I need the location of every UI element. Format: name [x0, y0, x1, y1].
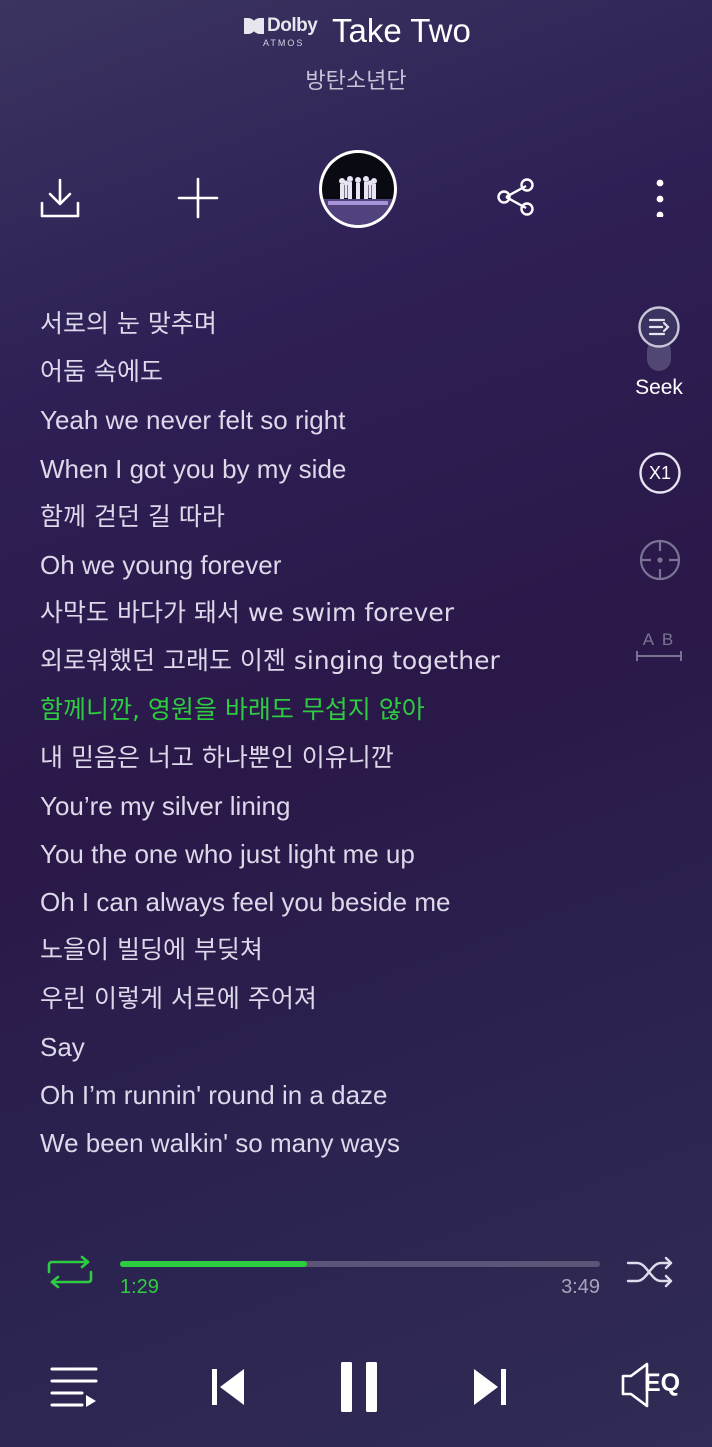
repeat-icon	[47, 1255, 93, 1289]
ab-repeat-button[interactable]: A B	[634, 630, 684, 664]
album-art-thumbnail[interactable]	[319, 150, 397, 228]
current-time: 1:29	[120, 1276, 159, 1298]
lyrics-scroll-toggle[interactable]	[637, 305, 681, 373]
lyrics-panel[interactable]: 서로의 눈 맞추며 어둠 속에도 Yeah we never felt so rig…	[40, 300, 620, 1167]
lyric-line[interactable]: 우린 이렇게 서로에 주어져	[40, 975, 620, 1023]
lyric-line[interactable]: You’re my silver lining	[40, 782, 620, 830]
previous-track-button[interactable]	[206, 1364, 250, 1410]
lyric-line[interactable]: When I got you by my side	[40, 445, 620, 493]
more-vertical-icon	[656, 179, 664, 217]
lyrics-list-icon	[638, 306, 680, 371]
lyric-line[interactable]: 내 믿음은 너고 하나뿐인 이유니깐	[40, 734, 620, 782]
dolby-double-d-icon	[244, 18, 264, 34]
total-time: 3:49	[561, 1276, 600, 1298]
sync-position-button[interactable]	[638, 538, 682, 582]
lyric-line[interactable]: 함께 걷던 길 따라	[40, 493, 620, 541]
share-button[interactable]	[492, 173, 540, 221]
eq-label: EQ	[644, 1369, 681, 1397]
shuffle-icon	[626, 1256, 673, 1288]
album-art-image	[322, 153, 394, 225]
progress-fill[interactable]	[120, 1261, 307, 1267]
lyric-line[interactable]: 외로워했던 고래도 이젠 singing together	[40, 637, 620, 685]
ab-repeat-label: A B	[642, 630, 676, 649]
artist-name[interactable]: 방탄소년단	[0, 63, 712, 95]
speed-label: X1	[648, 463, 672, 483]
playlist-icon	[50, 1367, 98, 1407]
lyric-line[interactable]: Say	[40, 1023, 620, 1071]
pause-button[interactable]	[334, 1358, 384, 1416]
lyric-line[interactable]: Oh I can always feel you beside me	[40, 878, 620, 926]
lyric-line[interactable]: You the one who just light me up	[40, 830, 620, 878]
lyric-line[interactable]: 사막도 바다가 돼서 we swim forever	[40, 589, 620, 637]
ab-range-icon	[636, 651, 682, 661]
lyric-line[interactable]: 어둠 속에도	[40, 348, 620, 396]
lyric-line[interactable]: 노을이 빌딩에 부딪쳐	[40, 926, 620, 974]
dolby-atmos-logo: Dolby ATMOS	[244, 15, 324, 50]
skip-previous-icon	[212, 1369, 244, 1405]
shuffle-button[interactable]	[624, 1252, 676, 1292]
song-title: Take Two	[332, 12, 471, 49]
lyric-line[interactable]: 서로의 눈 맞추며	[40, 300, 620, 348]
next-track-button[interactable]	[468, 1364, 512, 1410]
lyric-line-current[interactable]: 함께니깐, 영원을 바래도 무섭지 않아	[40, 686, 620, 734]
lyric-line[interactable]: Oh I’m runnin' round in a daze	[40, 1071, 620, 1119]
download-button[interactable]	[36, 174, 84, 222]
lyric-line[interactable]: Yeah we never felt so right	[40, 396, 620, 444]
dolby-brand-text: Dolby	[267, 15, 318, 36]
playlist-button[interactable]	[48, 1364, 100, 1410]
seek-label[interactable]: Seek	[620, 376, 698, 400]
share-icon	[497, 178, 534, 216]
repeat-button[interactable]	[44, 1252, 96, 1292]
plus-icon	[177, 177, 219, 219]
download-icon	[40, 178, 80, 218]
equalizer-button[interactable]: EQ	[618, 1360, 686, 1410]
add-to-playlist-button[interactable]	[174, 174, 222, 222]
playback-speed-button[interactable]: X1	[638, 451, 682, 495]
lyric-line[interactable]: Oh we young forever	[40, 541, 620, 589]
lyric-line[interactable]: We been walkin' so many ways	[40, 1119, 620, 1167]
crosshair-icon	[639, 539, 681, 581]
more-options-button[interactable]	[640, 174, 680, 220]
pause-icon	[341, 1362, 377, 1412]
dolby-atmos-text: ATMOS	[263, 38, 305, 48]
skip-next-icon	[474, 1369, 506, 1405]
